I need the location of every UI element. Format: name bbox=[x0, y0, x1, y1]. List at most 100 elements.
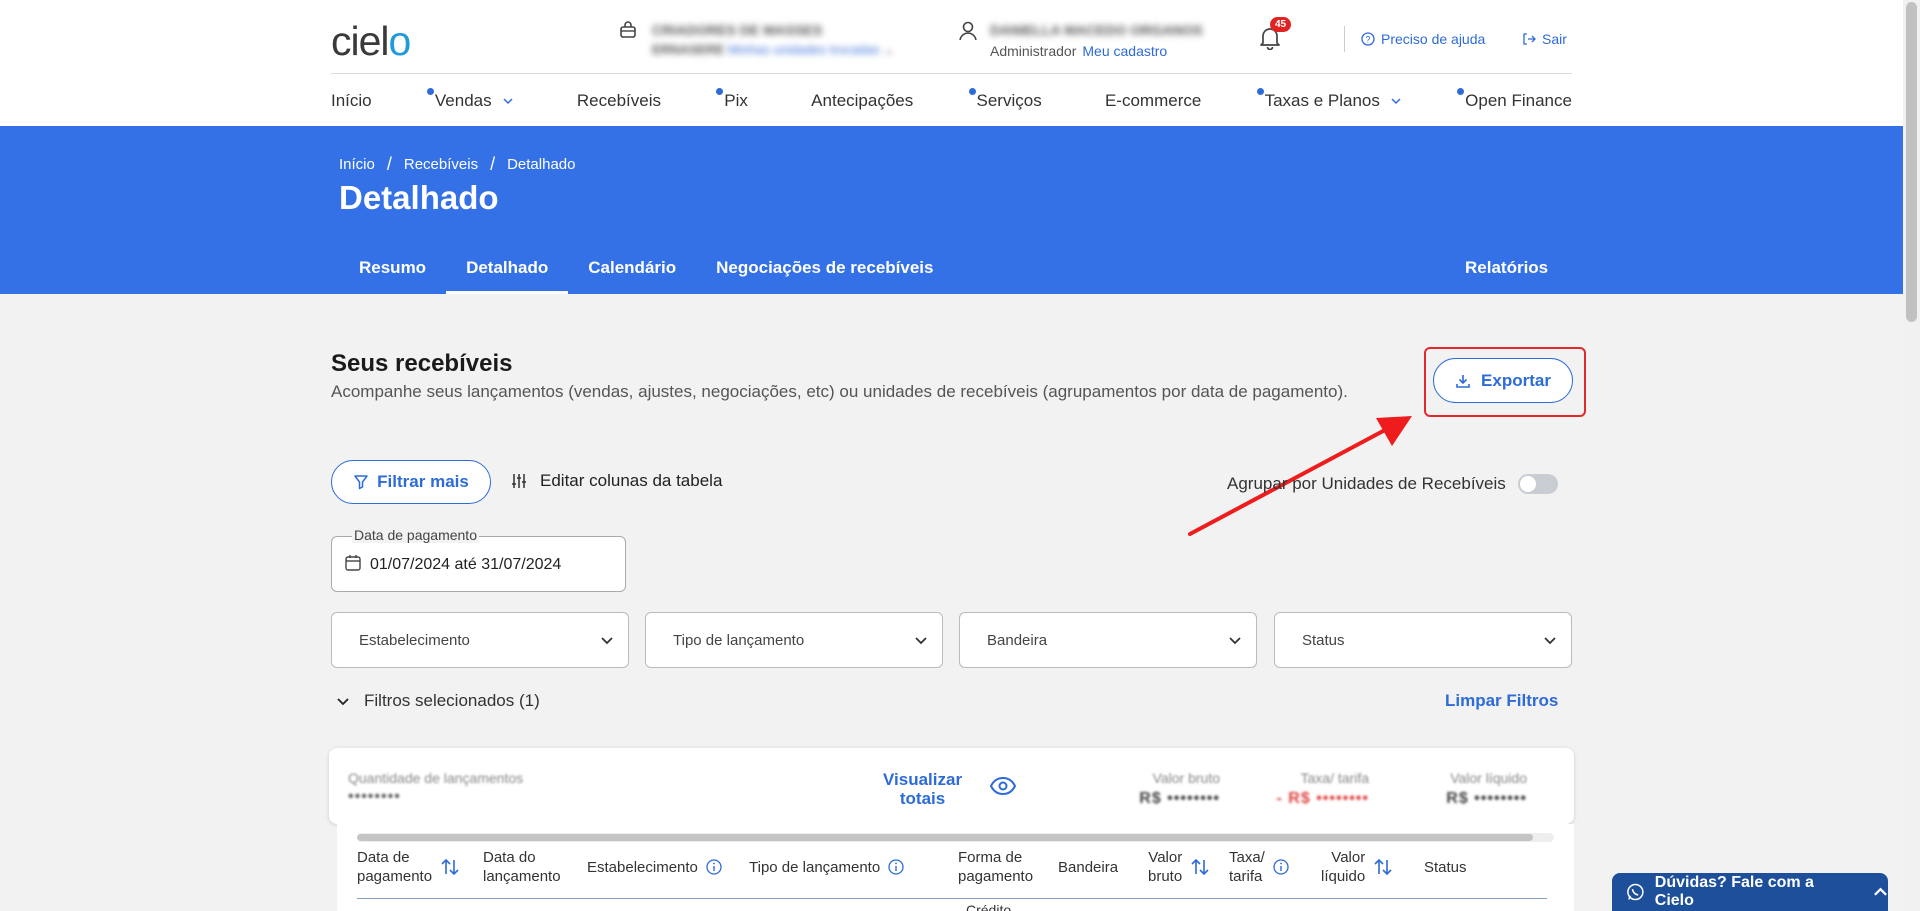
nav-item-servicos[interactable]: Serviços bbox=[968, 88, 1042, 111]
breadcrumb-recebiveis[interactable]: Recebíveis bbox=[404, 156, 478, 173]
nav-item-vendas[interactable]: Vendas bbox=[426, 88, 514, 111]
page-scrollbar[interactable] bbox=[1903, 0, 1920, 911]
logout-link[interactable]: Sair bbox=[1522, 31, 1567, 47]
sort-icon[interactable] bbox=[1373, 858, 1393, 876]
fee-total: Taxa/ tarifa - R$ •••••••• bbox=[1276, 770, 1369, 807]
top-header: cielo CRIADORES DE MASSES ERNASERE Minha… bbox=[0, 0, 1903, 126]
tab-calendario[interactable]: Calendário bbox=[568, 258, 696, 294]
group-toggle[interactable]: Agrupar por Unidades de Recebíveis bbox=[1227, 474, 1558, 494]
my-profile-link[interactable]: Meu cadastro bbox=[1082, 43, 1167, 59]
user-icon bbox=[959, 21, 977, 41]
payment-date-field[interactable]: Data de pagamento 01/07/2024 até 31/07/2… bbox=[331, 527, 626, 592]
qty-label: Quantidade de lançamentos bbox=[348, 770, 524, 786]
chevron-down-icon bbox=[503, 98, 513, 105]
new-dot bbox=[1457, 88, 1465, 95]
help-circle-icon: ? bbox=[1361, 32, 1375, 46]
sort-icon[interactable] bbox=[1190, 858, 1210, 876]
user-name: DANIELLA MACEDO ORGANOS bbox=[990, 22, 1203, 38]
reports-link[interactable]: Relatórios bbox=[1465, 258, 1548, 278]
main-nav: Início Vendas Recebíveis Pix Antecipaçõe… bbox=[331, 88, 1572, 111]
download-icon bbox=[1456, 374, 1470, 388]
chat-widget[interactable]: Dúvidas? Fale com a Cielo bbox=[1612, 873, 1888, 911]
divider bbox=[1344, 26, 1345, 52]
section-title: Seus recebíveis bbox=[331, 350, 513, 377]
col-taxa-tarifa: Taxa/tarifa bbox=[1229, 848, 1305, 886]
nav-item-pix[interactable]: Pix bbox=[716, 88, 748, 111]
tab-bar: Resumo Detalhado Calendário Negociações … bbox=[339, 258, 953, 294]
col-data-lancamento: Data do lançamento bbox=[483, 849, 561, 885]
new-dot bbox=[716, 88, 724, 95]
nav-item-ecommerce[interactable]: E-commerce bbox=[1105, 91, 1201, 111]
info-icon[interactable] bbox=[888, 859, 904, 875]
user-info: DANIELLA MACEDO ORGANOS Administrador Meu… bbox=[958, 20, 1203, 59]
horizontal-scrollbar[interactable] bbox=[357, 833, 1554, 842]
export-button[interactable]: Exportar bbox=[1433, 358, 1573, 403]
chevron-down-icon bbox=[915, 637, 927, 645]
date-field-value: 01/07/2024 até 31/07/2024 bbox=[370, 556, 562, 573]
toggle-switch[interactable] bbox=[1517, 474, 1558, 494]
breadcrumb-inicio[interactable]: Início bbox=[339, 156, 375, 173]
notification-badge: 45 bbox=[1270, 17, 1292, 32]
gross-total: Valor bruto R$ •••••••• bbox=[1139, 770, 1220, 807]
nav-item-open-finance[interactable]: Open Finance bbox=[1457, 88, 1572, 111]
merchant-name: CRIADORES DE MASSES bbox=[652, 22, 823, 38]
chevron-down-icon bbox=[1391, 98, 1401, 105]
col-valor-liquido[interactable]: Valor líquido bbox=[1305, 848, 1424, 886]
cielo-logo[interactable]: cielo bbox=[331, 18, 411, 65]
select-bandeira[interactable]: Bandeira bbox=[959, 612, 1257, 668]
table-header: Data de pagamento Data do lançamento Estab… bbox=[357, 848, 1547, 886]
info-icon[interactable] bbox=[706, 859, 722, 875]
tab-negociacoes[interactable]: Negociações de recebíveis bbox=[696, 258, 953, 294]
page-title: Detalhado bbox=[339, 179, 499, 216]
chevron-down-icon bbox=[601, 637, 613, 645]
table-cell: Crédito bbox=[966, 902, 1012, 911]
store-icon bbox=[620, 21, 636, 38]
info-icon[interactable] bbox=[1273, 859, 1289, 875]
logout-icon bbox=[1523, 33, 1536, 45]
filter-more-button[interactable]: Filtrar mais bbox=[331, 460, 491, 504]
merchant-sub: ERNASERE Minhas unidades trocadas ⌄ bbox=[652, 42, 895, 57]
merchant-selector[interactable]: CRIADORES DE MASSES ERNASERE Minhas unid… bbox=[618, 20, 894, 58]
select-tipo-lancamento[interactable]: Tipo de lançamento bbox=[645, 612, 943, 668]
select-status[interactable]: Status bbox=[1274, 612, 1572, 668]
page-hero: Início / Recebíveis / Detalhado Detalhad… bbox=[0, 126, 1903, 294]
whatsapp-icon bbox=[1627, 883, 1644, 901]
totals-card: Quantidade de lançamentos •••••••• Visua… bbox=[329, 748, 1574, 824]
net-total: Valor líquido R$ •••••••• bbox=[1446, 770, 1527, 807]
sort-icon[interactable] bbox=[440, 858, 460, 876]
tab-resumo[interactable]: Resumo bbox=[339, 258, 446, 294]
date-field-label: Data de pagamento bbox=[352, 527, 479, 543]
nav-item-recebiveis[interactable]: Recebíveis bbox=[577, 91, 661, 111]
chevron-down-icon bbox=[337, 698, 349, 706]
breadcrumb-detalhado: Detalhado bbox=[507, 156, 576, 173]
new-dot bbox=[1256, 88, 1264, 95]
new-dot bbox=[968, 88, 976, 95]
eye-icon[interactable] bbox=[990, 777, 1016, 795]
view-totals-button[interactable]: Visualizar totais bbox=[883, 770, 962, 808]
tab-detalhado[interactable]: Detalhado bbox=[446, 258, 569, 294]
col-data-pagamento[interactable]: Data de pagamento bbox=[357, 848, 483, 886]
select-estabelecimento[interactable]: Estabelecimento bbox=[331, 612, 629, 668]
chevron-down-icon bbox=[1544, 637, 1556, 645]
clear-filters-link[interactable]: Limpar Filtros bbox=[1445, 691, 1558, 711]
col-estabelecimento: Estabelecimento bbox=[587, 848, 749, 886]
nav-item-inicio[interactable]: Início bbox=[331, 91, 372, 111]
breadcrumb: Início / Recebíveis / Detalhado bbox=[339, 154, 576, 174]
nav-item-taxas-planos[interactable]: Taxas e Planos bbox=[1256, 88, 1402, 111]
calendar-icon bbox=[345, 555, 361, 571]
svg-text:?: ? bbox=[1365, 35, 1370, 45]
new-dot bbox=[426, 88, 434, 95]
selected-filters-toggle[interactable]: Filtros selecionados (1) bbox=[336, 691, 540, 711]
nav-item-antecipacoes[interactable]: Antecipações bbox=[811, 91, 913, 111]
col-forma-pagamento: Forma de pagamento bbox=[958, 849, 1034, 885]
help-link[interactable]: ? Preciso de ajuda bbox=[1361, 31, 1485, 47]
col-valor-bruto[interactable]: Valor bruto bbox=[1148, 848, 1229, 886]
sliders-icon bbox=[512, 474, 526, 488]
col-bandeira: Bandeira bbox=[1058, 858, 1119, 876]
filter-icon bbox=[354, 475, 368, 490]
qty-value: •••••••• bbox=[348, 788, 401, 805]
chevron-up-icon bbox=[1874, 887, 1887, 896]
user-role: Administrador bbox=[990, 43, 1077, 59]
page: { "header": { "logo_text": "cielo", "mer… bbox=[0, 0, 1920, 911]
edit-columns-button[interactable]: Editar colunas da tabela bbox=[510, 471, 722, 491]
